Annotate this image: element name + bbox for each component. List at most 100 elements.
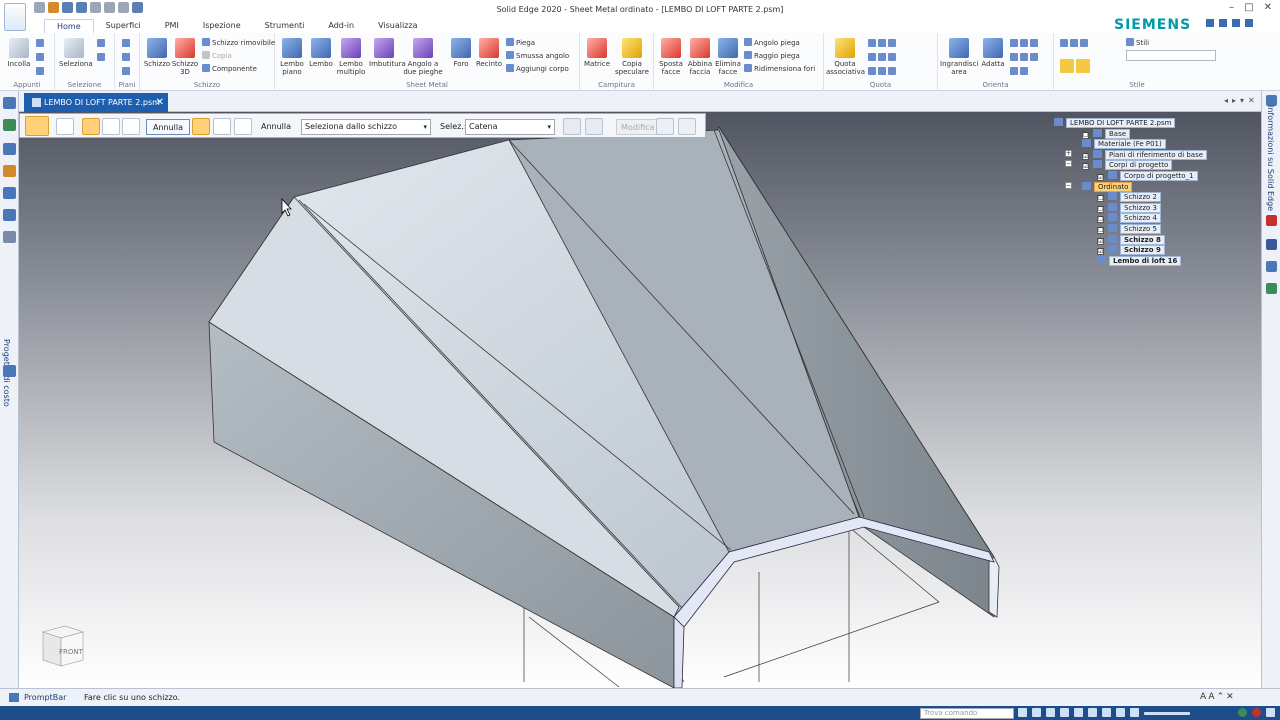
- rotate-icon[interactable]: [1010, 67, 1030, 76]
- zoom-icon[interactable]: [1010, 39, 1040, 48]
- schizzo-rimovibile-button[interactable]: Schizzo rimovibile: [202, 38, 275, 47]
- tab-home[interactable]: Home: [44, 19, 94, 33]
- selection-type-dropdown[interactable]: Catena ▾: [465, 119, 555, 135]
- features-icon[interactable]: [3, 119, 16, 131]
- font-size-icons[interactable]: AA⌃✕: [1200, 692, 1236, 702]
- layers-icon[interactable]: [1116, 708, 1125, 717]
- componente-button[interactable]: Componente: [202, 64, 257, 73]
- angolo-piega-button[interactable]: Angolo piega: [744, 38, 800, 47]
- angolo-due-pieghe-button[interactable]: Angolo a due pieghe: [401, 38, 445, 76]
- tab-add-in[interactable]: Add-in: [316, 19, 366, 33]
- incolla-button[interactable]: Incolla: [4, 38, 34, 68]
- select-step-icon[interactable]: [192, 118, 210, 135]
- solid-edge-info-tab[interactable]: Informazioni su Solid Edge: [1266, 105, 1275, 211]
- minimize-button[interactable]: –: [1229, 2, 1234, 13]
- abbina-faccia-button[interactable]: Abbina faccia: [685, 38, 715, 76]
- shading-icons[interactable]: [1060, 59, 1092, 74]
- select-box-icon[interactable]: [97, 53, 107, 62]
- visibility-checkbox[interactable]: ☑: [1082, 163, 1089, 171]
- settings-icon[interactable]: [1219, 19, 1227, 27]
- ingrandisci-area-button[interactable]: Ingrandisci area: [940, 38, 978, 76]
- zoom-area-icon[interactable]: [1060, 708, 1069, 717]
- tree-item[interactable]: − Ordinato: [1065, 181, 1133, 192]
- zoom-icon[interactable]: [1046, 708, 1055, 717]
- lembo-button[interactable]: Lembo: [306, 38, 336, 68]
- tab-pmi[interactable]: PMI: [153, 19, 191, 33]
- lembo-piano-button[interactable]: Lembo piano: [277, 38, 307, 76]
- tree-item[interactable]: ☐ Schizzo 3: [1097, 202, 1161, 213]
- expand-toggle[interactable]: +: [1065, 149, 1072, 157]
- command-search-input[interactable]: Trova comando: [920, 708, 1014, 719]
- visibility-checkbox[interactable]: ☐: [1097, 216, 1104, 224]
- tree-icon[interactable]: [3, 365, 16, 377]
- facebook-icon[interactable]: [1266, 239, 1277, 250]
- tree-item[interactable]: ☐ Schizzo 4: [1097, 213, 1161, 224]
- view-icons[interactable]: [1060, 39, 1090, 48]
- tree-item[interactable]: Lembo di loft 16: [1097, 255, 1182, 266]
- cut-icon[interactable]: [36, 39, 46, 48]
- transparency-slider[interactable]: [1144, 712, 1190, 715]
- tree-item[interactable]: ☑ Schizzo 8: [1097, 234, 1165, 245]
- cancel-icon[interactable]: [585, 118, 603, 135]
- dim-tool-icon[interactable]: [868, 39, 898, 48]
- front-flange-edge[interactable]: [673, 616, 685, 688]
- source-select-dropdown[interactable]: Seleziona dallo schizzo ▾: [301, 119, 431, 135]
- clipboard-icon[interactable]: [1266, 283, 1277, 294]
- close-button[interactable]: ✕: [1264, 2, 1272, 13]
- shading-icon[interactable]: [1130, 708, 1139, 717]
- step-profile-icon[interactable]: [102, 118, 120, 135]
- document-tab[interactable]: LEMBO DI LOFT PARTE 2.psm ✕: [24, 93, 168, 112]
- raggio-piega-button[interactable]: Raggio piega: [744, 51, 800, 60]
- step-side-icon[interactable]: [122, 118, 140, 135]
- youtube-icon[interactable]: [1266, 215, 1277, 226]
- expand-toggle[interactable]: −: [1065, 160, 1072, 168]
- pan-icon[interactable]: [1010, 53, 1040, 62]
- arrow-icon[interactable]: [1018, 708, 1027, 717]
- tree-item[interactable]: ☐ Base: [1082, 128, 1131, 139]
- annulla-button-2[interactable]: Annulla: [261, 119, 291, 135]
- accept-icon[interactable]: [563, 118, 581, 135]
- views-icon[interactable]: [1102, 708, 1111, 717]
- plane-icon[interactable]: [122, 39, 132, 48]
- tree-item[interactable]: ☐ Schizzo 2: [1097, 192, 1161, 203]
- visibility-checkbox[interactable]: ☑: [1097, 248, 1104, 256]
- visibility-checkbox[interactable]: ☑: [1097, 174, 1104, 181]
- zoom-fit-icon[interactable]: [1032, 708, 1041, 717]
- piega-button[interactable]: Piega: [506, 38, 535, 47]
- style-dropdown[interactable]: [1126, 50, 1216, 61]
- layout-icon[interactable]: [1266, 708, 1275, 717]
- plane2-icon[interactable]: [122, 53, 132, 62]
- copia-button[interactable]: Copia: [202, 51, 232, 60]
- tree-item[interactable]: Materiale (Fe P01): [1082, 139, 1166, 150]
- lembo-multiplo-button[interactable]: Lembo multiplo: [336, 38, 366, 76]
- tree-item[interactable]: ☐ Schizzo 5: [1097, 224, 1161, 234]
- tab-strumenti[interactable]: Strumenti: [253, 19, 317, 33]
- options-icon[interactable]: [56, 118, 74, 135]
- matrice-button[interactable]: Matrice: [582, 38, 612, 68]
- sposta-facce-button[interactable]: Sposta facce: [656, 38, 686, 76]
- tab-visualizza[interactable]: Visualizza: [366, 19, 429, 33]
- right-flange-face[interactable]: [988, 556, 1000, 618]
- ridimensiona-fori-button[interactable]: Ridimensiona fori: [744, 64, 815, 73]
- copia-speculare-button[interactable]: Copia speculare: [614, 38, 650, 76]
- adatta-button[interactable]: Adatta: [978, 38, 1008, 68]
- panel-icon[interactable]: [1266, 261, 1277, 272]
- ribbon-minimize-icon[interactable]: [1245, 19, 1253, 27]
- visibility-checkbox[interactable]: ☐: [1082, 131, 1089, 139]
- tree-item[interactable]: − ☑ Corpi di progetto: [1065, 160, 1173, 171]
- rotate-icon[interactable]: [1088, 708, 1097, 717]
- tree-item[interactable]: ☑ Corpo di progetto_1: [1097, 171, 1198, 181]
- copy-icon[interactable]: [36, 53, 46, 62]
- layers-icon[interactable]: [3, 143, 16, 155]
- draw-step-icon[interactable]: [213, 118, 231, 135]
- finish-step-icon[interactable]: [234, 118, 252, 135]
- tab-nav-arrows[interactable]: ◂▸▾✕: [1224, 96, 1259, 105]
- flange-mode-icon[interactable]: [25, 116, 49, 136]
- help-icon[interactable]: [1232, 19, 1240, 27]
- sensor-icon[interactable]: [3, 209, 16, 221]
- tree-item[interactable]: LEMBO DI LOFT PARTE 2.psm: [1054, 118, 1176, 128]
- close-tab-icon[interactable]: ✕: [156, 93, 164, 112]
- preview-icon[interactable]: [656, 118, 674, 135]
- pan-icon[interactable]: [1074, 708, 1083, 717]
- expand-toggle[interactable]: −: [1065, 181, 1072, 189]
